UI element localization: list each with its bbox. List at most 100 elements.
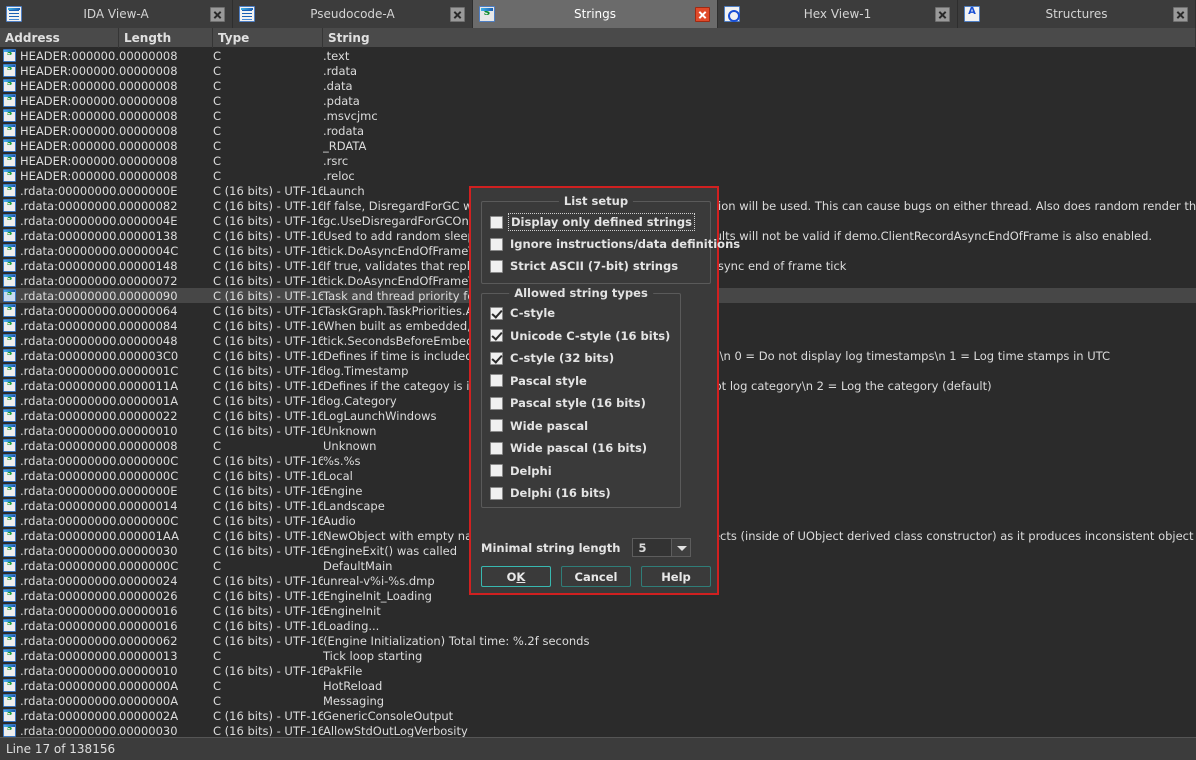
table-row[interactable]: HEADER:000000...00000008 C .rdata [0, 63, 1196, 78]
cell-type: C (16 bits) - UTF-16LE [213, 513, 323, 528]
tab-ida-view-a[interactable]: IDA View-A [0, 0, 233, 28]
tab-hex-view-1[interactable]: Hex View-1 [718, 0, 958, 28]
checkbox-row-unicode-c-style-16-bits-[interactable]: Unicode C-style (16 bits) [482, 325, 680, 348]
cell-string: Engine [323, 483, 363, 498]
table-row[interactable]: .rdata:00000000...00000030 C (16 bits) - … [0, 723, 1196, 737]
checkbox-row-pascal-style-16-bits-[interactable]: Pascal style (16 bits) [482, 392, 680, 415]
checkbox-row-c-style[interactable]: C-style [482, 302, 680, 325]
table-row[interactable]: HEADER:000000...00000008 C .rodata [0, 123, 1196, 138]
ida-strings-window: IDA View-A Pseudocode-A Strings Hex View-1 S… [0, 0, 1196, 760]
cell-address: .rdata:00000000... [20, 438, 119, 453]
string-item-icon [0, 648, 20, 663]
checkbox-icon[interactable] [490, 351, 503, 365]
close-icon[interactable] [935, 6, 950, 22]
cell-address: .rdata:00000000... [20, 378, 119, 393]
column-header-string[interactable]: String [323, 27, 1196, 48]
tab-bar: IDA View-A Pseudocode-A Strings Hex View-1 S… [0, 0, 1196, 28]
ok-button[interactable]: OK [481, 566, 551, 587]
checkbox-row-ignore-instructions-data-definitions[interactable]: Ignore instructions/data definitions [482, 233, 740, 255]
table-row[interactable]: .rdata:00000000...00000016 C (16 bits) - … [0, 603, 1196, 618]
cell-address: .rdata:00000000... [20, 333, 119, 348]
close-icon[interactable] [695, 6, 710, 22]
cell-string: .rdata [323, 63, 358, 78]
cell-type: C [213, 48, 222, 63]
chevron-down-icon[interactable] [672, 538, 692, 557]
close-icon[interactable] [450, 6, 465, 22]
table-row[interactable]: .rdata:00000000...0000002A C (16 bits) - … [0, 708, 1196, 723]
cell-type: C (16 bits) - UTF-16LE [213, 573, 323, 588]
checkbox-row-wide-pascal-16-bits-[interactable]: Wide pascal (16 bits) [482, 437, 680, 460]
column-header-length[interactable]: Length [119, 27, 213, 48]
string-item-icon [0, 528, 20, 543]
cell-type: C (16 bits) - UTF-16LE [213, 708, 323, 723]
cell-length: 0000000C [119, 513, 179, 528]
checkbox-icon[interactable] [490, 441, 503, 455]
checkbox-row-delphi[interactable]: Delphi [482, 460, 680, 483]
checkbox-icon[interactable] [490, 464, 503, 478]
column-header-address[interactable]: Address [0, 27, 119, 48]
checkbox-icon[interactable] [490, 215, 503, 229]
allowed-string-types-group: Allowed string types C-style Unicode C-st… [481, 286, 681, 508]
checkbox-icon[interactable] [490, 329, 503, 343]
cell-type: C [213, 78, 222, 93]
cell-string: If false, DisregardForGC will be ignored… [323, 198, 1196, 213]
tab-structures[interactable]: Structures [958, 0, 1196, 28]
checkbox-icon[interactable] [490, 259, 503, 273]
checkbox-icon[interactable] [490, 306, 503, 320]
table-row[interactable]: HEADER:000000...00000008 C _RDATA [0, 138, 1196, 153]
checkbox-icon[interactable] [490, 419, 503, 433]
table-row[interactable]: HEADER:000000...00000008 C .rsrc [0, 153, 1196, 168]
table-row[interactable]: HEADER:000000...00000008 C .data [0, 78, 1196, 93]
checkbox-icon[interactable] [490, 486, 503, 500]
cell-address: .rdata:00000000... [20, 228, 119, 243]
table-row[interactable]: .rdata:00000000...0000000A C Messaging [0, 693, 1196, 708]
table-row[interactable]: .rdata:00000000...00000010 C (16 bits) - … [0, 663, 1196, 678]
cancel-button[interactable]: Cancel [561, 566, 631, 587]
checkbox-icon[interactable] [490, 374, 503, 388]
cell-address: .rdata:00000000... [20, 663, 119, 678]
string-item-icon [0, 168, 20, 183]
table-row[interactable]: HEADER:000000...00000008 C .reloc [0, 168, 1196, 183]
cell-length: 00000008 [119, 123, 178, 138]
cell-address: .rdata:00000000... [20, 318, 119, 333]
tab-strings[interactable]: Strings [473, 0, 718, 28]
checkbox-label: Unicode C-style (16 bits) [510, 328, 671, 343]
minimal-string-length-combobox[interactable]: 5 [632, 538, 692, 557]
string-item-icon [0, 588, 20, 603]
cell-address: .rdata:00000000... [20, 618, 119, 633]
cell-type: C [213, 648, 222, 663]
string-item-icon [0, 543, 20, 558]
cell-string: LogLaunchWindows [323, 408, 437, 423]
checkbox-row-display-only-defined-strings[interactable]: Display only defined strings [482, 211, 710, 233]
column-header-row: Address Length Type String [0, 27, 1196, 48]
cell-length: 0000000E [119, 483, 178, 498]
table-row[interactable]: .rdata:00000000...00000016 C (16 bits) - … [0, 618, 1196, 633]
checkbox-icon[interactable] [490, 237, 503, 251]
close-icon[interactable] [210, 6, 225, 22]
table-row[interactable]: .rdata:00000000...00000013 C Tick loop sta… [0, 648, 1196, 663]
tab-pseudocode-a[interactable]: Pseudocode-A [233, 0, 473, 28]
table-row[interactable]: .rdata:00000000...00000062 C (16 bits) - … [0, 633, 1196, 648]
table-row[interactable]: HEADER:000000...00000008 C .text [0, 48, 1196, 63]
minimal-string-length-value[interactable]: 5 [632, 538, 673, 557]
help-button[interactable]: Help [641, 566, 711, 587]
cell-type: C (16 bits) - UTF-16LE [213, 303, 323, 318]
column-header-type[interactable]: Type [213, 27, 323, 48]
table-row[interactable]: HEADER:000000...00000008 C .pdata [0, 93, 1196, 108]
checkbox-icon[interactable] [490, 396, 503, 410]
checkbox-row-wide-pascal[interactable]: Wide pascal [482, 415, 680, 438]
checkbox-row-strict-ascii-7-bit-strings[interactable]: Strict ASCII (7-bit) strings [482, 255, 710, 277]
table-row[interactable]: HEADER:000000...00000008 C .msvcjmc [0, 108, 1196, 123]
cell-type: C (16 bits) - UTF-16LE [213, 228, 323, 243]
cell-type: C (16 bits) - UTF-16LE [213, 498, 323, 513]
close-icon[interactable] [1173, 6, 1188, 22]
minimal-string-length-label: Minimal string length [481, 540, 621, 555]
table-row[interactable]: .rdata:00000000...0000000A C HotReload [0, 678, 1196, 693]
cell-address: .rdata:00000000... [20, 288, 119, 303]
checkbox-row-pascal-style[interactable]: Pascal style [482, 370, 680, 393]
checkbox-row-c-style-32-bits-[interactable]: C-style (32 bits) [482, 347, 680, 370]
cell-type: C (16 bits) - UTF-16LE [213, 408, 323, 423]
cell-length: 00000016 [119, 603, 178, 618]
cell-string: tick.SecondsBeforeEmbeddedAppSleeps [323, 333, 556, 348]
checkbox-row-delphi-16-bits-[interactable]: Delphi (16 bits) [482, 482, 680, 505]
